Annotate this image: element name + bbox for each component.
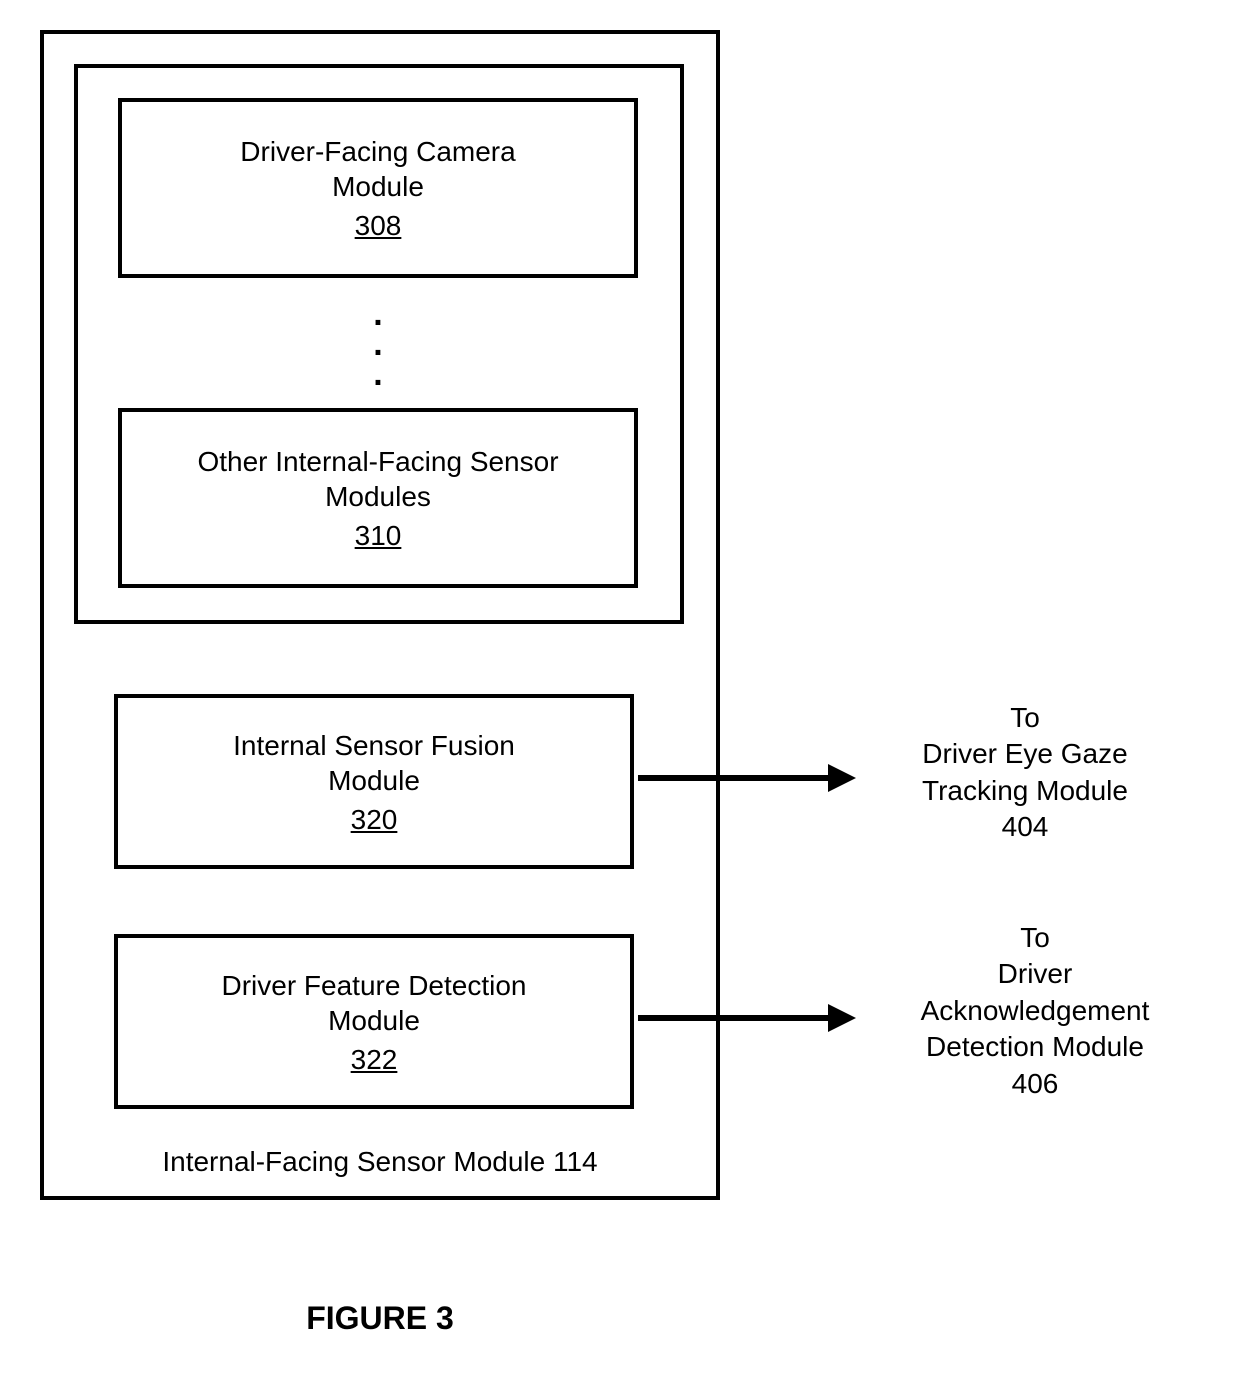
other-internal-sensor-module: Other Internal-Facing SensorModules 310 bbox=[118, 408, 638, 588]
module-ref: 308 bbox=[355, 210, 402, 242]
outer-caption: Internal-Facing Sensor Module 114 bbox=[44, 1146, 716, 1178]
ellipsis-dot: . bbox=[78, 334, 680, 354]
module-title: Internal Sensor FusionModule bbox=[233, 728, 515, 798]
ellipsis-dot: . bbox=[78, 304, 680, 324]
module-title: Driver-Facing CameraModule bbox=[240, 134, 515, 204]
figure-caption: FIGURE 3 bbox=[0, 1300, 760, 1337]
outer-container: Driver-Facing CameraModule 308 . . . Oth… bbox=[40, 30, 720, 1200]
driver-facing-camera-module: Driver-Facing CameraModule 308 bbox=[118, 98, 638, 278]
module-ref: 322 bbox=[351, 1044, 398, 1076]
module-title: Driver Feature DetectionModule bbox=[221, 968, 526, 1038]
internal-sensor-fusion-module: Internal Sensor FusionModule 320 bbox=[114, 694, 634, 869]
inner-sensor-group: Driver-Facing CameraModule 308 . . . Oth… bbox=[74, 64, 684, 624]
ellipsis-dot: . bbox=[78, 364, 680, 384]
module-ref: 310 bbox=[355, 520, 402, 552]
driver-feature-detection-module: Driver Feature DetectionModule 322 bbox=[114, 934, 634, 1109]
dest-eye-gaze-label: ToDriver Eye GazeTracking Module404 bbox=[860, 700, 1190, 846]
dest-acknowledgement-label: ToDriverAcknowledgementDetection Module4… bbox=[855, 920, 1215, 1102]
module-ref: 320 bbox=[351, 804, 398, 836]
module-title: Other Internal-Facing SensorModules bbox=[197, 444, 558, 514]
